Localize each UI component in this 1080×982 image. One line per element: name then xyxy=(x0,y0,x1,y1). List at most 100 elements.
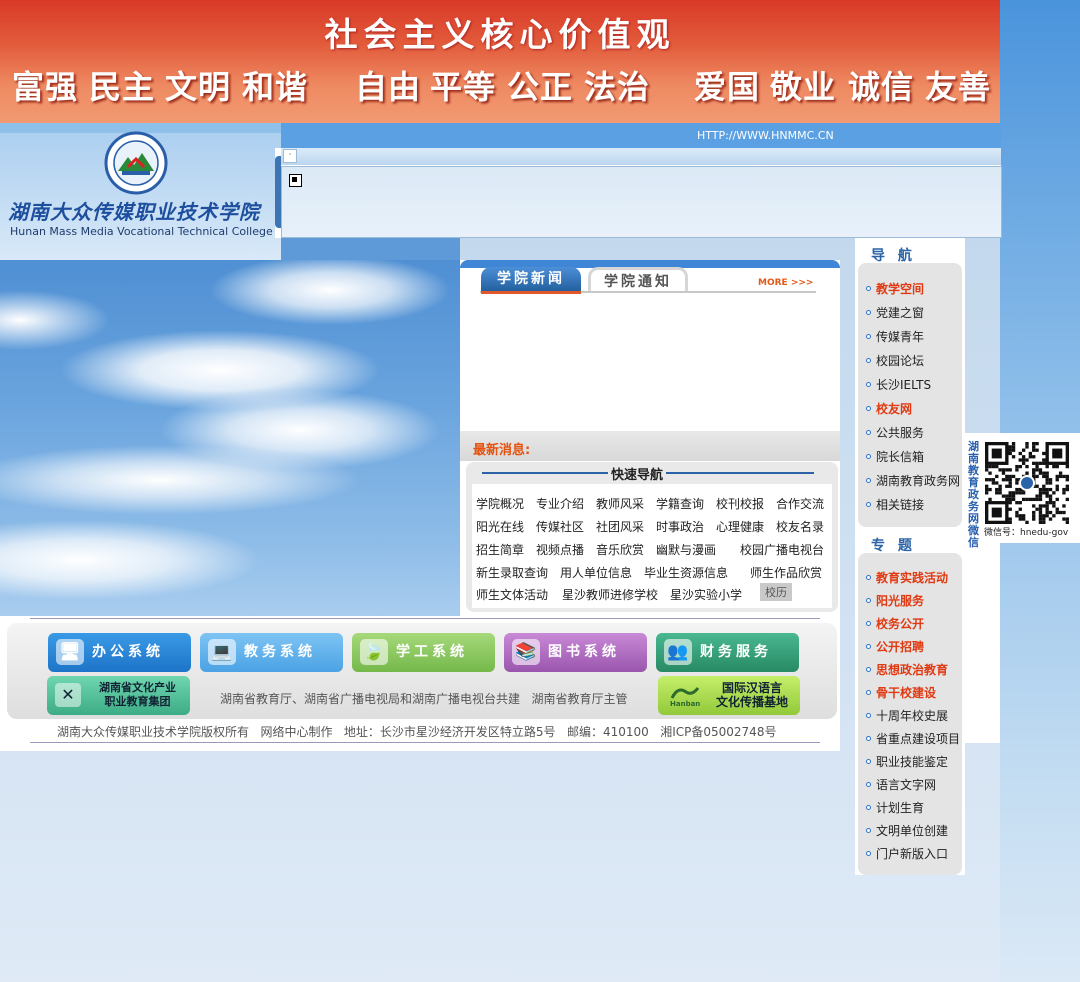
topic-item[interactable]: 职业技能鉴定 xyxy=(876,753,948,770)
quick-link[interactable]: 心理健康 xyxy=(716,518,764,535)
finance-service-label: 财务服务 xyxy=(700,644,772,660)
banner-title: 社会主义核心价值观 xyxy=(324,15,676,54)
quick-link[interactable]: 校友名录 xyxy=(776,518,824,535)
nav-item[interactable]: 校园论坛 xyxy=(876,352,924,369)
bullet-icon xyxy=(866,358,871,363)
qr-panel-extension xyxy=(964,543,1000,743)
nav-item[interactable]: 院长信箱 xyxy=(876,448,924,465)
nav-item[interactable]: 党建之窗 xyxy=(876,304,924,321)
bullet-icon xyxy=(866,406,871,411)
bullet-icon xyxy=(866,382,871,387)
quick-link[interactable]: 传媒社区 xyxy=(536,518,584,535)
bullet-icon xyxy=(866,478,871,483)
quick-link[interactable]: 星沙实验小学 xyxy=(670,586,742,603)
value-word: 自由 xyxy=(355,68,422,106)
latest-news-label: 最新消息: xyxy=(473,443,531,458)
leaf-icon: 🍃 xyxy=(360,639,388,665)
quick-link[interactable]: 音乐欣赏 xyxy=(596,541,644,558)
quick-link[interactable]: 社团风采 xyxy=(596,518,644,535)
bullet-icon xyxy=(866,851,871,856)
office-system-label: 办公系统 xyxy=(92,644,164,660)
topic-item[interactable]: 教育实践活动 xyxy=(876,569,948,586)
topic-item[interactable]: 校务公开 xyxy=(876,615,924,632)
people-icon: 👥 xyxy=(664,639,692,665)
culture-industry-group-button[interactable]: ✕ 湖南省文化产业 职业教育集团 xyxy=(47,676,190,715)
quick-link-calendar[interactable]: 校历 xyxy=(760,583,792,601)
quick-link[interactable]: 用人单位信息 xyxy=(560,564,632,581)
bullet-icon xyxy=(866,430,871,435)
value-word: 法治 xyxy=(584,68,651,106)
quick-nav-title: 快速导航 xyxy=(608,464,667,483)
nav-item[interactable]: 湖南教育政务网 xyxy=(876,472,960,489)
topic-item[interactable]: 门户新版入口 xyxy=(876,845,948,862)
quick-link[interactable]: 视频点播 xyxy=(536,541,584,558)
quick-link[interactable]: 师生文体活动 xyxy=(476,586,548,603)
topic-item[interactable]: 骨干校建设 xyxy=(876,684,936,701)
site-url[interactable]: HTTP://WWW.HNMMC.CN xyxy=(697,129,834,142)
library-system-button[interactable]: 📚 图书系统 xyxy=(504,633,647,672)
student-affairs-button[interactable]: 🍃 学工系统 xyxy=(352,633,495,672)
quick-link[interactable]: 校园广播电视台 xyxy=(740,541,824,558)
topic-item[interactable]: 阳光服务 xyxy=(876,592,924,609)
tab-college-news[interactable]: 学院新闻 xyxy=(481,267,581,294)
quick-link[interactable]: 师生作品欣赏 xyxy=(750,564,822,581)
quick-link[interactable]: 星沙教师进修学校 xyxy=(562,586,658,603)
edu-system-button[interactable]: 💻 教务系统 xyxy=(200,633,343,672)
nav-item[interactable]: 公共服务 xyxy=(876,424,924,441)
quick-link[interactable]: 阳光在线 xyxy=(476,518,524,535)
bullet-icon xyxy=(866,690,871,695)
topic-item[interactable]: 文明单位创建 xyxy=(876,822,948,839)
quick-link[interactable]: 招生简章 xyxy=(476,541,524,558)
url-strip xyxy=(281,123,1001,148)
quick-link[interactable]: 校刊校报 xyxy=(716,495,764,512)
value-word: 平等 xyxy=(430,68,497,106)
topic-item[interactable]: 十周年校史展 xyxy=(876,707,948,724)
value-word: 诚信 xyxy=(848,68,915,106)
qr-caption: 微信号：hnedu-gov xyxy=(984,528,1069,538)
culture-logo-icon: ✕ xyxy=(55,683,81,707)
topic-item[interactable]: 计划生育 xyxy=(876,799,924,816)
tab-college-notice[interactable]: 学院通知 xyxy=(588,267,688,291)
quick-link[interactable]: 专业介绍 xyxy=(536,495,584,512)
nav-item[interactable]: 传媒青年 xyxy=(876,328,924,345)
topic-item[interactable]: 思想政治教育 xyxy=(876,661,948,678)
topic-item[interactable]: 语言文字网 xyxy=(876,776,936,793)
quick-link[interactable]: 新生录取查询 xyxy=(476,564,548,581)
computer-icon: 🖥 xyxy=(56,639,84,665)
library-system-label: 图书系统 xyxy=(548,644,620,660)
nav-item[interactable]: 教学空间 xyxy=(876,280,924,297)
hanban-logo-text: Hanban xyxy=(670,700,700,708)
college-emblem-icon[interactable] xyxy=(104,131,168,195)
quick-link[interactable]: 学籍查询 xyxy=(656,495,704,512)
quick-link[interactable]: 合作交流 xyxy=(776,495,824,512)
bullet-icon xyxy=(866,759,871,764)
value-word: 公正 xyxy=(507,68,574,106)
qr-code-icon[interactable] xyxy=(985,442,1069,524)
office-system-button[interactable]: 🖥 办公系统 xyxy=(48,633,191,672)
finance-service-button[interactable]: 👥 财务服务 xyxy=(656,633,799,672)
marquee-header xyxy=(281,148,1001,165)
more-link[interactable]: MORE >>> xyxy=(758,278,813,288)
qr-vertical-label: 湖南教育政务网微信 xyxy=(968,440,979,549)
quick-link[interactable]: 教师风采 xyxy=(596,495,644,512)
marquee-toggle-button[interactable]: · xyxy=(283,149,297,163)
quick-link[interactable]: 学院概况 xyxy=(476,495,524,512)
culture-line1: 湖南省文化产业 xyxy=(99,681,176,694)
bullet-icon xyxy=(866,502,871,507)
quick-link[interactable]: 时事政治 xyxy=(656,518,704,535)
value-word: 敬业 xyxy=(770,68,837,106)
nav-item[interactable]: 长沙IELTS xyxy=(876,376,931,393)
nav-item[interactable]: 相关链接 xyxy=(876,496,924,513)
student-affairs-label: 学工系统 xyxy=(396,644,468,660)
value-word: 文明 xyxy=(165,68,232,106)
topic-item[interactable]: 省重点建设项目 xyxy=(876,730,960,747)
quick-link[interactable]: 幽默与漫画 xyxy=(656,541,716,558)
footer-divider-top xyxy=(30,618,820,619)
placeholder-image-icon[interactable] xyxy=(289,174,302,187)
hanban-base-button[interactable]: Hanban 国际汉语言 文化传播基地 xyxy=(658,676,800,715)
books-icon: 📚 xyxy=(512,639,540,665)
quick-link[interactable]: 毕业生资源信息 xyxy=(644,564,728,581)
edu-system-label: 教务系统 xyxy=(244,644,316,660)
topic-item[interactable]: 公开招聘 xyxy=(876,638,924,655)
nav-item[interactable]: 校友网 xyxy=(876,400,912,417)
